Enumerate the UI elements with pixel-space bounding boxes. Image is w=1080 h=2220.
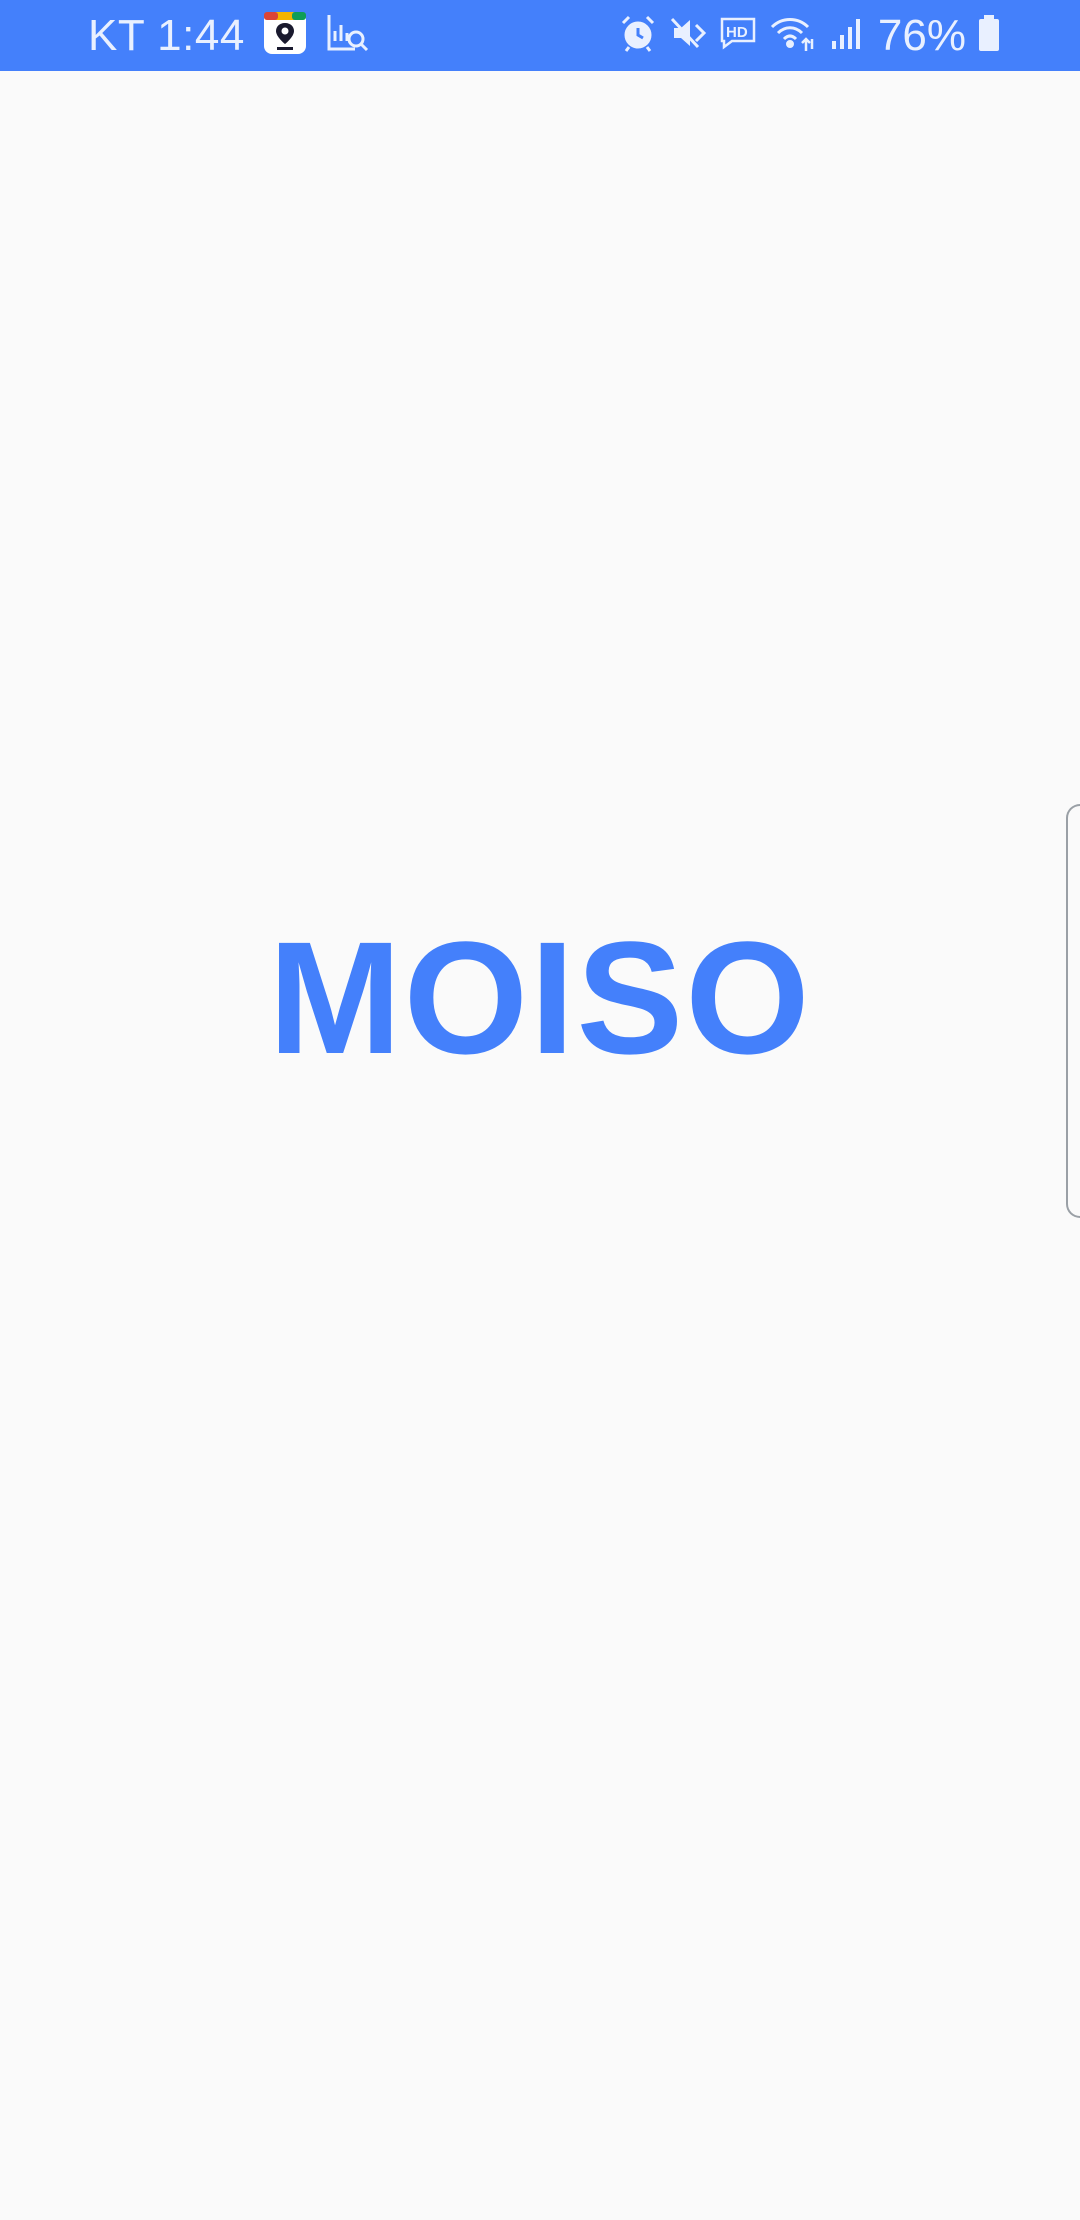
splash-screen: KT 1:44 HD 76% MOISO — [0, 0, 1080, 2220]
svg-text:HD: HD — [726, 24, 748, 41]
hd-voice-icon: HD — [718, 13, 758, 58]
alarm-icon — [618, 13, 658, 58]
edge-panel-handle[interactable] — [1066, 804, 1080, 1218]
status-bar: KT 1:44 HD 76% — [0, 0, 1080, 71]
status-left: KT 1:44 — [88, 0, 371, 71]
battery-icon — [976, 13, 1002, 58]
maps-app-icon — [263, 11, 307, 60]
search-analytics-icon — [325, 11, 371, 60]
main-content: MOISO — [0, 71, 1080, 2220]
carrier-time: KT 1:44 — [88, 10, 245, 60]
signal-icon — [826, 13, 866, 58]
mute-icon — [668, 13, 708, 58]
wifi-icon — [768, 13, 816, 58]
battery-percent: 76% — [877, 10, 966, 60]
app-logo-text: MOISO — [268, 908, 812, 1087]
status-right: HD 76% — [608, 0, 1002, 71]
